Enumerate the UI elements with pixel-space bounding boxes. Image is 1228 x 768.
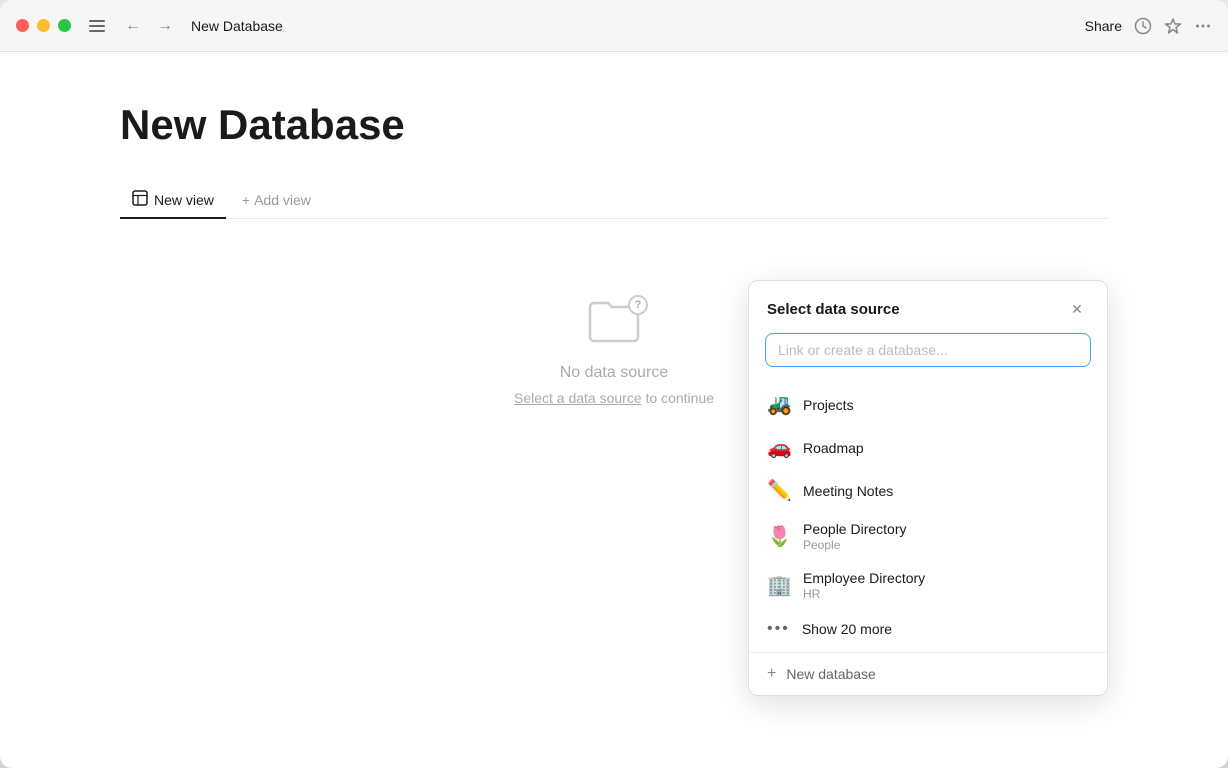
tab-new-view-label: New view [154, 192, 214, 208]
dropdown-close-button[interactable]: ✕ [1065, 297, 1089, 321]
history-icon[interactable] [1134, 17, 1152, 35]
select-data-source-link[interactable]: Select a data source [514, 390, 642, 406]
people-directory-info: People Directory People [803, 521, 907, 552]
titlebar-title: New Database [191, 18, 1085, 34]
back-button[interactable]: ← [119, 12, 147, 40]
main-content: New Database New view + Add view [0, 52, 1228, 768]
employee-directory-info: Employee Directory HR [803, 570, 925, 601]
people-directory-name: People Directory [803, 521, 907, 537]
forward-button[interactable]: → [151, 12, 179, 40]
new-database-section[interactable]: + New database [749, 652, 1107, 695]
traffic-lights [16, 19, 71, 32]
nav-buttons: ← → [119, 12, 179, 40]
meeting-notes-emoji: ✏️ [767, 478, 791, 503]
employee-directory-sub: HR [803, 587, 925, 601]
question-badge: ? [628, 295, 648, 315]
employee-directory-name: Employee Directory [803, 570, 925, 586]
search-input-wrap [749, 333, 1107, 379]
list-item[interactable]: 🌷 People Directory People [749, 512, 1107, 561]
new-db-plus-icon: + [767, 665, 776, 683]
dots-icon: ••• [767, 620, 790, 638]
list-item[interactable]: ✏️ Meeting Notes [749, 469, 1107, 512]
meeting-notes-info: Meeting Notes [803, 483, 893, 499]
more-options-icon[interactable] [1194, 17, 1212, 35]
page-title: New Database [120, 100, 1108, 150]
dropdown-title: Select data source [767, 301, 900, 318]
list-item[interactable]: 🚗 Roadmap [749, 426, 1107, 469]
maximize-traffic-light[interactable] [58, 19, 71, 32]
share-button[interactable]: Share [1085, 18, 1122, 34]
folder-icon-wrap: ? [588, 299, 640, 348]
data-source-dropdown: Select data source ✕ 🚜 Projects 🚗 [748, 280, 1108, 696]
tab-new-view[interactable]: New view [120, 182, 226, 219]
tabs-bar: New view + Add view [120, 182, 1108, 219]
employee-directory-emoji: 🏢 [767, 573, 791, 598]
minimize-traffic-light[interactable] [37, 19, 50, 32]
no-data-sub: Select a data source to continue [514, 390, 714, 406]
show-more-item[interactable]: ••• Show 20 more [749, 610, 1107, 648]
show-more-label: Show 20 more [802, 621, 892, 637]
table-icon [132, 190, 148, 209]
dropdown-header: Select data source ✕ [749, 281, 1107, 333]
no-data-title: No data source [560, 364, 669, 382]
people-directory-sub: People [803, 538, 907, 552]
page-area: New Database New view + Add view [0, 52, 1228, 768]
no-data-suffix: to continue [642, 390, 714, 406]
projects-name: Projects [803, 397, 854, 413]
app-window: ← → New Database Share [0, 0, 1228, 768]
add-view-label: Add view [254, 192, 311, 208]
roadmap-name: Roadmap [803, 440, 864, 456]
new-database-label: New database [786, 666, 876, 682]
roadmap-emoji: 🚗 [767, 435, 791, 460]
projects-info: Projects [803, 397, 854, 413]
list-item[interactable]: 🏢 Employee Directory HR [749, 561, 1107, 610]
star-icon[interactable] [1164, 17, 1182, 35]
close-traffic-light[interactable] [16, 19, 29, 32]
roadmap-info: Roadmap [803, 440, 864, 456]
search-input[interactable] [765, 333, 1091, 367]
dropdown-list: 🚜 Projects 🚗 Roadmap ✏️ [749, 379, 1107, 652]
list-item[interactable]: 🚜 Projects [749, 383, 1107, 426]
meeting-notes-name: Meeting Notes [803, 483, 893, 499]
titlebar: ← → New Database Share [0, 0, 1228, 52]
people-directory-emoji: 🌷 [767, 524, 791, 549]
projects-emoji: 🚜 [767, 392, 791, 417]
plus-icon: + [242, 192, 250, 208]
sidebar-toggle-button[interactable] [83, 12, 111, 40]
add-view-button[interactable]: + Add view [230, 184, 323, 218]
titlebar-actions: Share [1085, 17, 1212, 35]
